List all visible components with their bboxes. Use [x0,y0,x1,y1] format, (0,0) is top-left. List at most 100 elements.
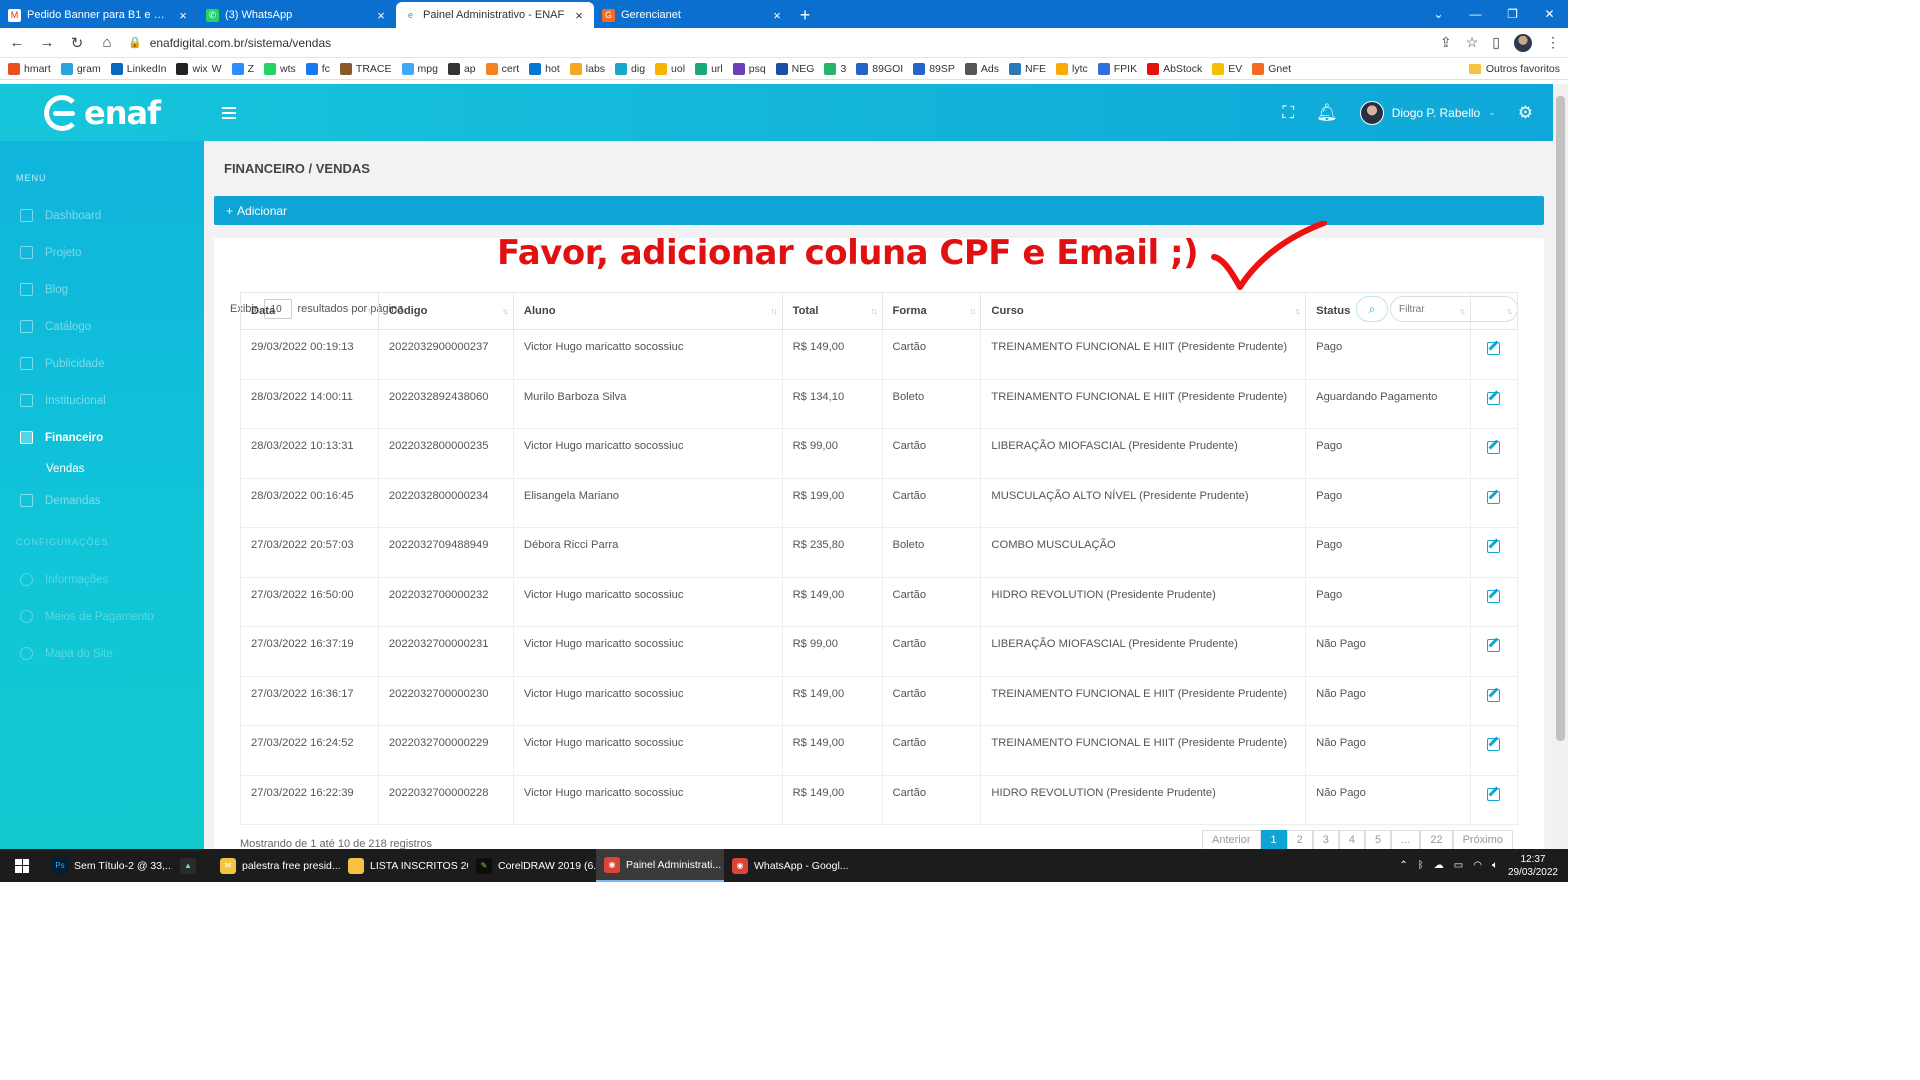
browser-tab[interactable]: ✆ (3) WhatsApp × [198,2,396,28]
bookmark-item[interactable]: EV [1212,62,1242,75]
pagination-item[interactable]: ... [1391,830,1421,850]
pagination-item[interactable]: 5 [1365,830,1392,850]
taskbar-app[interactable]: ◉ WhatsApp - Googl... [724,849,852,882]
pagination-item[interactable]: 2 [1286,830,1313,850]
bookmark-item[interactable]: wix W [176,62,222,75]
sidepanel-icon[interactable]: ▯ [1492,34,1500,51]
sort-arrows-icon[interactable]: ↑↓ [871,306,878,316]
close-icon[interactable]: × [770,8,784,23]
column-header[interactable]: Forma ↑↓ [881,292,982,330]
edit-icon[interactable] [1487,391,1501,405]
bookmark-item[interactable]: NFE [1009,62,1046,75]
tray-expand-icon[interactable]: ⌃ [1399,860,1407,871]
sidebar-item-dashboard[interactable]: Dashboard [0,197,204,234]
back-button[interactable]: ← [8,34,26,51]
profile-avatar[interactable] [1514,33,1532,52]
bookmark-item[interactable]: NEG [775,62,814,75]
bookmark-item[interactable]: mpg [401,62,438,75]
taskbar-app[interactable]: ✉ palestra free presid... [212,849,340,882]
bookmark-item[interactable]: Z [231,62,254,75]
sort-arrows-icon[interactable]: ↑↓ [1294,306,1301,316]
battery-icon[interactable]: ▭ [1454,860,1463,871]
restore-button[interactable]: ❐ [1494,0,1531,28]
bookmark-item[interactable]: hot [529,62,560,75]
wifi-icon[interactable]: ◠ [1473,860,1482,871]
bookmark-item[interactable]: FPIK [1097,62,1137,75]
sidebar-item-projeto[interactable]: Projeto [0,234,204,271]
bookmark-item[interactable]: wts [264,62,296,75]
edit-icon[interactable] [1487,738,1501,751]
column-header[interactable]: Data ↑↓ [240,292,379,330]
bookmark-item[interactable]: lytc [1056,62,1088,75]
sidebar-item-demandas[interactable]: Demandas [0,482,204,519]
bookmark-item[interactable]: 3 [824,62,846,75]
edit-icon[interactable] [1487,540,1501,553]
close-window-button[interactable]: ✕ [1531,0,1568,28]
column-header[interactable]: Total ↑↓ [781,292,883,330]
column-header[interactable]: Código ↑↓ [377,292,514,330]
edit-icon[interactable] [1487,787,1501,801]
edit-icon[interactable] [1487,589,1501,603]
bookmark-item[interactable]: psq [732,62,766,75]
sort-arrows-icon[interactable]: ↑↓ [969,306,976,316]
bookmark-item[interactable]: fc [305,62,330,75]
bookmark-item[interactable]: uol [655,62,685,75]
sidebar-item-pagamento[interactable]: Meios de Pagamento [0,598,204,635]
edit-icon[interactable] [1487,441,1501,454]
sidebar-item-publicidade[interactable]: Publicidade [0,345,204,382]
edit-icon[interactable] [1487,342,1501,355]
sort-arrows-icon[interactable]: ↑↓ [771,306,778,316]
menu-toggle-icon[interactable] [222,106,236,119]
scrollbar-thumb[interactable] [1556,96,1565,741]
browser-tab[interactable]: M Pedido Banner para B1 e SN treinamento × [0,2,198,28]
menu-kebab-icon[interactable]: ⋮ [1546,34,1560,51]
bookmark-item[interactable]: cert [485,62,519,75]
pagination-item[interactable]: 22 [1420,830,1453,850]
edit-icon[interactable] [1487,490,1501,504]
sort-arrows-icon[interactable]: ↑↓ [502,306,509,316]
bookmark-item[interactable]: labs [569,62,605,75]
bookmark-item[interactable]: ap [447,62,476,75]
other-bookmarks-folder[interactable]: Outros favoritos [1468,63,1560,75]
bookmark-item[interactable]: hmart [8,62,51,75]
bookmark-item[interactable]: url [695,62,723,75]
sidebar-item-catalogo[interactable]: Catálogo [0,308,204,345]
page-scrollbar[interactable] [1553,84,1568,849]
close-icon[interactable]: × [572,8,586,23]
taskbar-app[interactable]: ✎ CorelDRAW 2019 (6... [468,849,596,882]
pagination-item[interactable]: 4 [1338,830,1366,850]
sort-arrows-icon[interactable]: ↑↓ [1506,306,1513,316]
bookmark-item[interactable]: TRACE [339,62,392,75]
taskbar-app[interactable]: ◉ Painel Administrati... [596,849,724,882]
minimize-button[interactable]: — [1457,0,1494,28]
clock[interactable]: 12:37 29/03/2022 [1508,853,1558,879]
column-header[interactable]: Status ↑↓ [1305,292,1471,330]
enaf-logo[interactable]: enaf [0,84,204,141]
forward-button[interactable]: → [38,34,56,51]
taskbar-app[interactable]: ▲ [172,849,212,882]
sidebar-item-blog[interactable]: Blog [0,271,204,308]
url-field[interactable]: 🔒 enafdigital.com.br/sistema/vendas [128,31,1428,55]
edit-icon[interactable] [1487,688,1501,702]
settings-gear-icon[interactable]: ⚙ [1518,103,1533,123]
bookmark-item[interactable]: Ads [964,62,999,75]
taskbar-app[interactable]: Ps Sem Título-2 @ 33,... [44,849,172,882]
sidebar-item-mapa[interactable]: Mapa do Site [0,635,204,672]
column-header[interactable]: Curso ↑↓ [980,292,1307,330]
cloud-icon[interactable]: ☁ [1434,860,1444,871]
taskbar-app[interactable]: LISTA INSCRITOS 20... [340,849,468,882]
add-button[interactable]: + Adicionar [214,196,1544,225]
edit-icon[interactable] [1487,639,1501,652]
bookmark-item[interactable]: Gnet [1252,62,1291,75]
pagination-item[interactable]: 1 [1260,830,1287,850]
user-menu[interactable]: Diogo P. Rabello ⌄ [1359,100,1496,125]
start-button[interactable] [0,858,44,873]
sidebar-item-financeiro[interactable]: Financeiro [0,419,204,456]
home-button[interactable]: ⌂ [98,34,116,51]
fullscreen-icon[interactable]: ⛶ [1282,103,1294,123]
sidebar-item-institucional[interactable]: Institucional [0,382,204,419]
reload-button[interactable]: ↻ [68,34,86,52]
browser-tab[interactable]: e Painel Administrativo - ENAF × [396,2,594,28]
column-header[interactable]: Aluno ↑↓ [512,292,783,330]
sort-arrows-icon[interactable]: ↑↓ [367,306,374,316]
